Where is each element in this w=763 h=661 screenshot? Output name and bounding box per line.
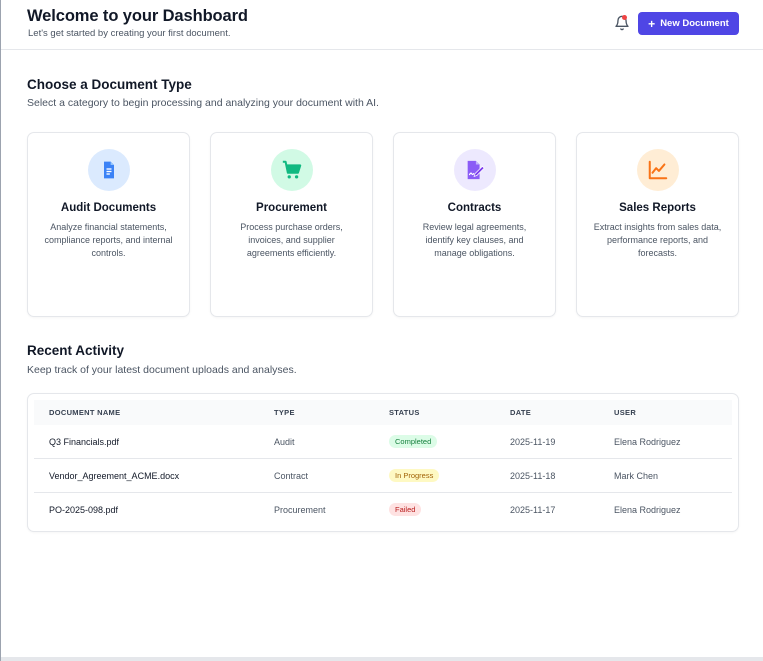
table-row[interactable]: PO-2025-098.pdf Procurement Failed 2025-… [34,493,732,527]
contract-sign-icon [454,149,496,191]
table-header: DOCUMENT NAME TYPE STATUS DATE USER [34,400,732,425]
card-audit-documents[interactable]: Audit Documents Analyze financial statem… [27,132,190,317]
recent-activity-subtitle: Keep track of your latest document uploa… [27,364,297,376]
cart-icon [271,149,313,191]
dashboard-page: Welcome to your Dashboard Let's get star… [0,0,763,661]
card-title: Procurement [256,202,327,214]
activity-table: DOCUMENT NAME TYPE STATUS DATE USER Q3 F… [27,393,739,532]
cell-user: Elena Rodriguez [614,437,681,447]
status-badge: In Progress [389,469,440,482]
page-title: Welcome to your Dashboard [27,7,248,25]
cell-type: Contract [274,471,309,481]
column-header-date: DATE [510,408,532,417]
cell-date: 2025-11-18 [510,471,556,481]
card-title: Contracts [447,202,502,214]
cell-document-name: Q3 Financials.pdf [49,437,120,447]
column-header-user: USER [614,408,637,417]
card-procurement[interactable]: Procurement Process purchase orders, inv… [210,132,373,317]
line-chart-icon [637,149,679,191]
cell-document-name: Vendor_Agreement_ACME.docx [49,471,180,481]
status-badge: Completed [389,435,438,448]
plus-icon: + [648,16,656,31]
document-type-heading: Choose a Document Type [27,77,192,92]
document-icon [88,149,130,191]
card-contracts[interactable]: Contracts Review legal agreements, ident… [393,132,556,317]
page-subtitle: Let's get started by creating your first… [28,28,231,39]
table-row[interactable]: Q3 Financials.pdf Audit Completed 2025-1… [34,425,732,459]
document-type-subtitle: Select a category to begin processing an… [27,97,379,109]
notification-dot [622,15,627,20]
cell-user: Elena Rodriguez [614,505,681,515]
cell-date: 2025-11-17 [510,505,556,515]
cell-type: Procurement [274,505,326,515]
column-header-document-name: DOCUMENT NAME [49,408,121,417]
cell-date: 2025-11-19 [510,437,556,447]
card-description: Extract insights from sales data, perfor… [593,222,722,258]
new-document-button[interactable]: + New Document [638,12,739,35]
card-description: Analyze financial statements, compliance… [44,222,173,258]
cell-user: Mark Chen [614,471,659,481]
cell-type: Audit [274,437,295,447]
card-title: Sales Reports [619,202,696,214]
card-description: Process purchase orders, invoices, and s… [240,222,343,258]
card-title: Audit Documents [60,202,157,214]
recent-activity-heading: Recent Activity [27,343,125,358]
table-row[interactable]: Vendor_Agreement_ACME.docx Contract In P… [34,459,732,493]
header: Welcome to your Dashboard Let's get star… [1,0,763,50]
cell-document-name: PO-2025-098.pdf [49,505,119,515]
column-header-type: TYPE [274,408,295,417]
card-description: Review legal agreements, identify key cl… [422,222,527,258]
status-badge: Failed [389,503,422,516]
column-header-status: STATUS [389,408,420,417]
card-sales-reports[interactable]: Sales Reports Extract insights from sale… [576,132,739,317]
page-bottom-edge [1,657,763,661]
new-document-label: New Document [660,18,729,29]
